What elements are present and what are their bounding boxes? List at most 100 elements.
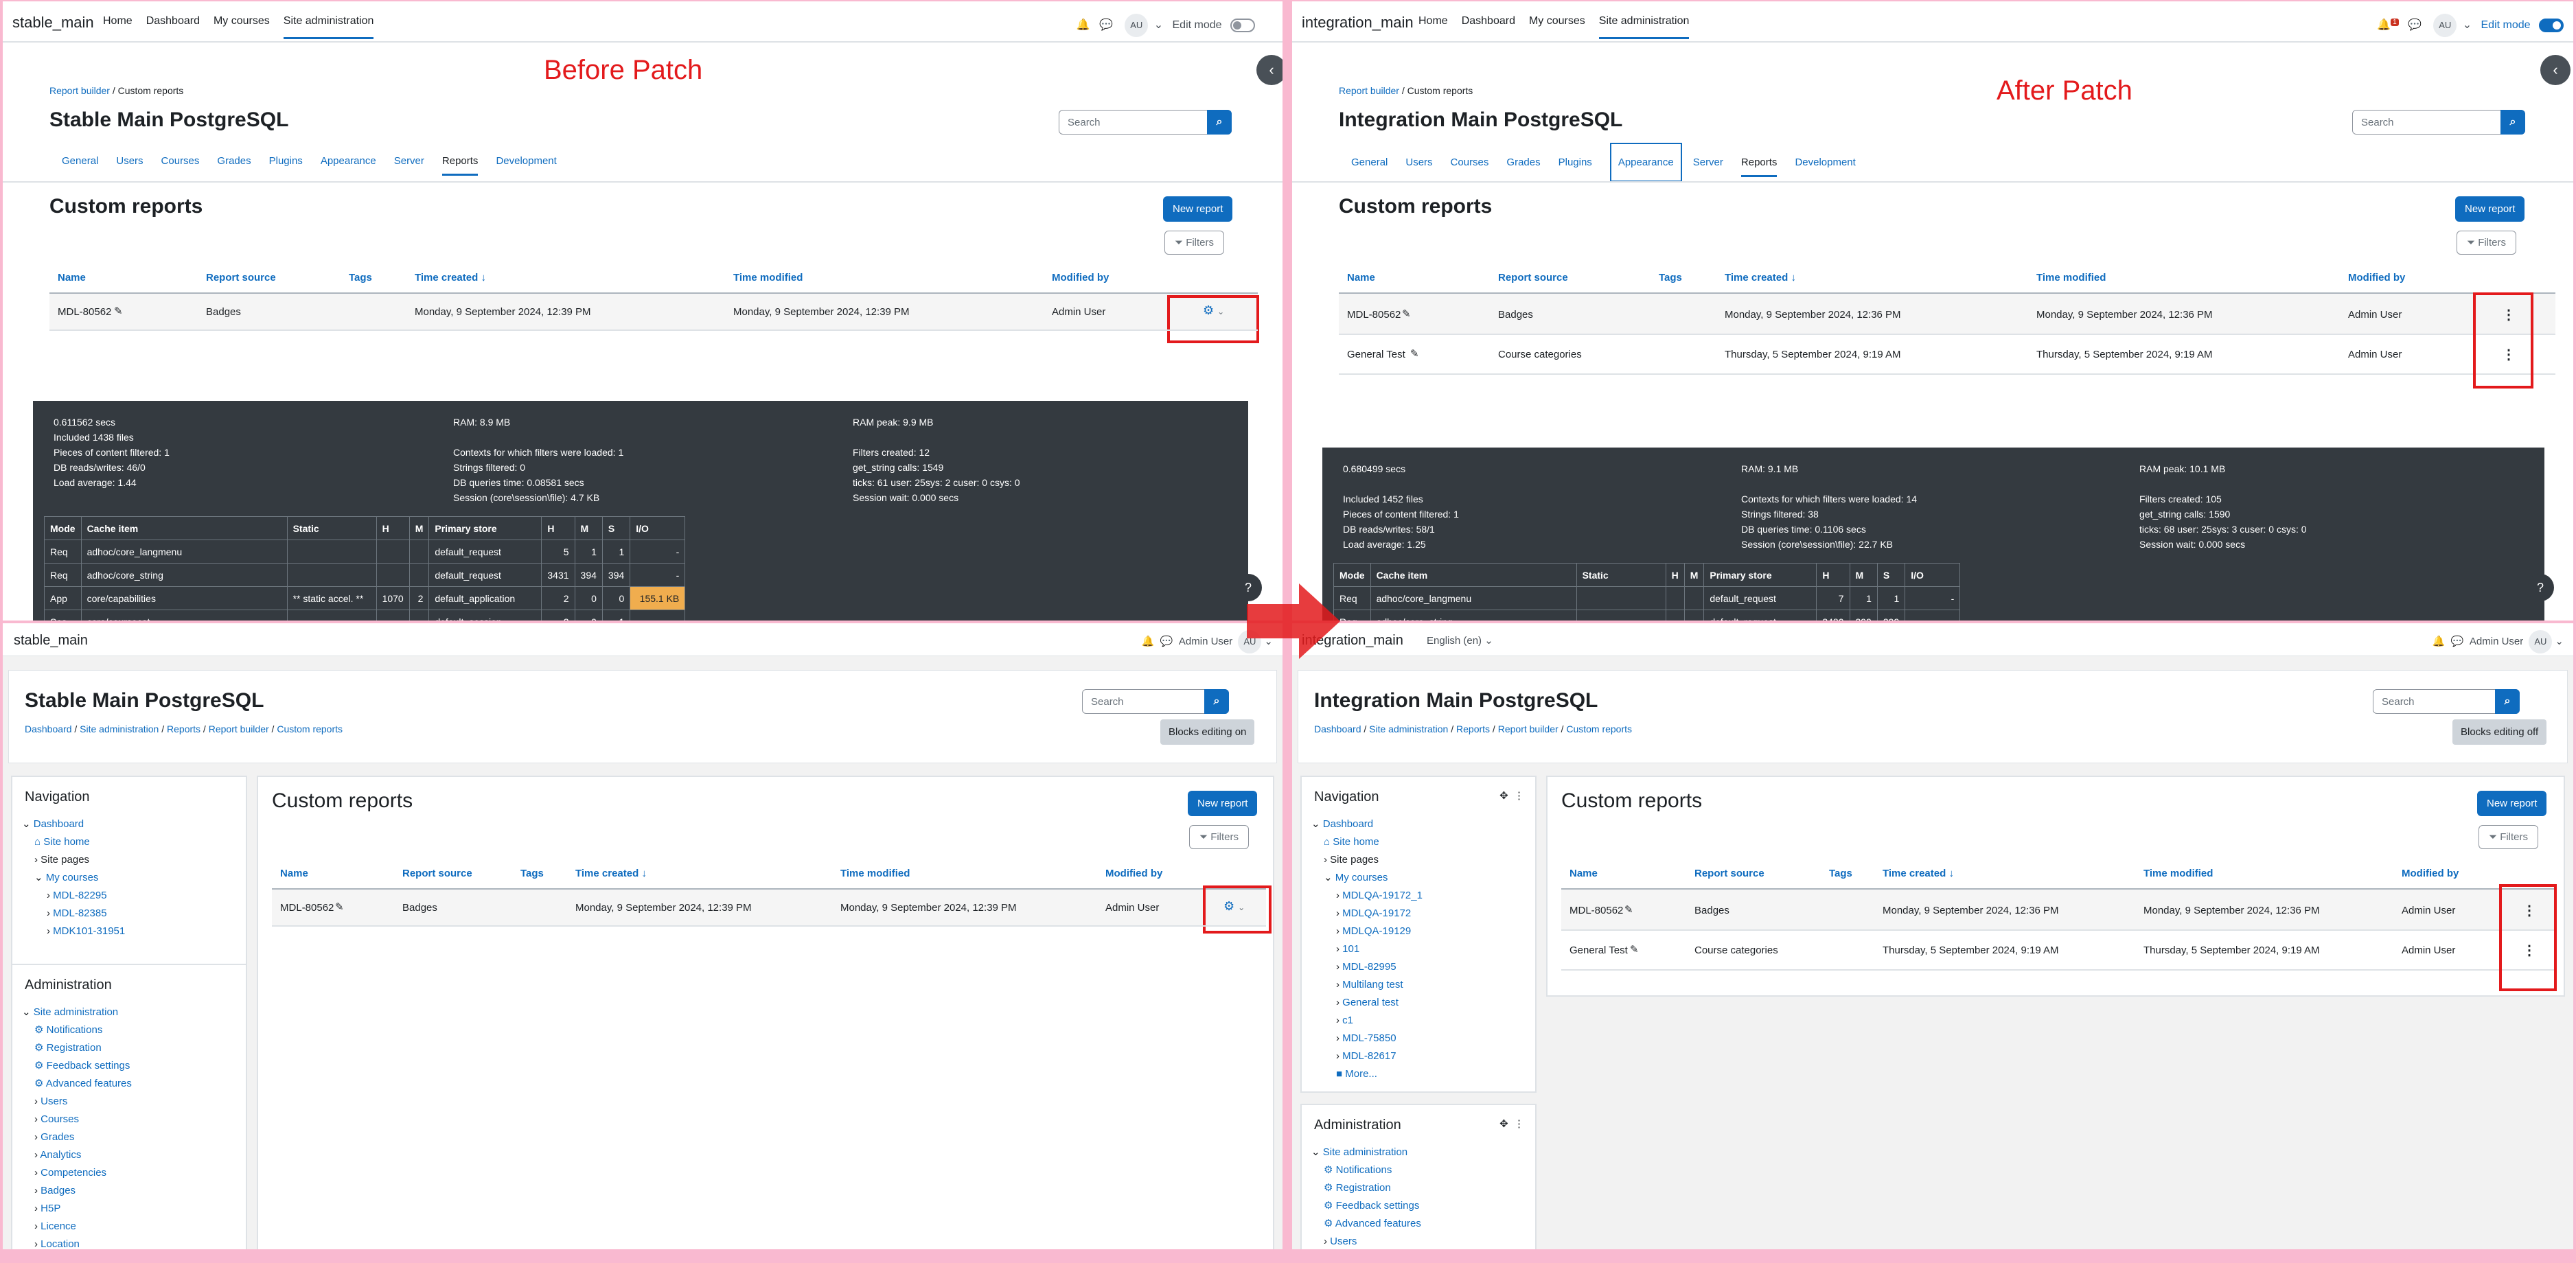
- col-time-created[interactable]: Time created ↓: [575, 868, 647, 879]
- col-tags[interactable]: Tags: [1659, 272, 1682, 283]
- breadcrumb-site-administration[interactable]: Site administration: [1369, 723, 1448, 734]
- nav-item[interactable]: My courses: [46, 872, 99, 883]
- tab-grades[interactable]: Grades: [217, 150, 251, 174]
- nav-item[interactable]: MDLQA-19172_1: [1342, 890, 1423, 901]
- tab-plugins[interactable]: Plugins: [1559, 151, 1592, 175]
- search-input[interactable]: Search ⌕: [2352, 110, 2525, 135]
- tab-general[interactable]: General: [1351, 151, 1388, 175]
- help-icon[interactable]: ?: [2527, 574, 2554, 601]
- admin-item[interactable]: Registration: [1336, 1182, 1391, 1194]
- nav-item[interactable]: MDL-75850: [1342, 1032, 1396, 1044]
- tab-grades[interactable]: Grades: [1506, 151, 1540, 175]
- admin-item[interactable]: Notifications: [47, 1024, 103, 1036]
- report-name-link[interactable]: General Test: [1347, 349, 1405, 360]
- filters-button[interactable]: ⏷ Filters: [1164, 231, 1225, 255]
- col-modified-by[interactable]: Modified by: [2348, 272, 2405, 283]
- col-tags[interactable]: Tags: [520, 868, 544, 879]
- col-tags[interactable]: Tags: [349, 272, 372, 283]
- breadcrumb-site-administration[interactable]: Site administration: [80, 723, 159, 734]
- col-time-modified[interactable]: Time modified: [2143, 868, 2213, 879]
- kebab-menu-icon[interactable]: ⋮: [1514, 1118, 1524, 1130]
- admin-item[interactable]: Notifications: [1336, 1164, 1392, 1176]
- admin-item[interactable]: H5P: [41, 1203, 60, 1214]
- nav-item[interactable]: Site home: [43, 836, 90, 848]
- admin-item[interactable]: Grades: [41, 1131, 74, 1143]
- admin-item[interactable]: Courses: [41, 1113, 79, 1125]
- user-name[interactable]: Admin User: [2470, 636, 2523, 647]
- nav-item[interactable]: MDLQA-19129: [1342, 925, 1411, 937]
- tab-development[interactable]: Development: [496, 150, 556, 174]
- messages-icon[interactable]: 💬: [2408, 19, 2422, 31]
- col-tags[interactable]: Tags: [1829, 868, 1852, 879]
- admin-item[interactable]: Location: [41, 1238, 80, 1249]
- col-name[interactable]: Name: [58, 272, 86, 283]
- pencil-icon[interactable]: ✎: [1624, 903, 1633, 916]
- edit-mode-toggle[interactable]: [2539, 18, 2564, 32]
- menu-dashboard[interactable]: Dashboard: [146, 15, 200, 37]
- admin-item[interactable]: Registration: [47, 1042, 102, 1054]
- col-time-modified[interactable]: Time modified: [2036, 272, 2106, 283]
- breadcrumb-dashboard[interactable]: Dashboard: [25, 723, 72, 734]
- nav-item[interactable]: c1: [1342, 1015, 1353, 1026]
- site-name[interactable]: stable_main: [12, 14, 94, 32]
- breadcrumb-reports[interactable]: Reports: [167, 723, 200, 734]
- avatar[interactable]: AU: [1125, 14, 1149, 37]
- breadcrumb-dashboard[interactable]: Dashboard: [1314, 723, 1361, 734]
- admin-item[interactable]: Competencies: [41, 1167, 106, 1179]
- bell-icon[interactable]: 🔔 1: [2377, 18, 2399, 31]
- bell-icon[interactable]: 🔔: [1142, 636, 1155, 647]
- nav-item[interactable]: More...: [1345, 1068, 1377, 1080]
- admin-item[interactable]: Advanced features: [46, 1078, 132, 1089]
- messages-icon[interactable]: 💬: [2451, 636, 2464, 647]
- kebab-menu-icon[interactable]: ⋮: [1514, 790, 1524, 802]
- breadcrumb-report-builder[interactable]: Report builder: [1339, 85, 1399, 96]
- new-report-button[interactable]: New report: [2455, 196, 2525, 222]
- language-menu[interactable]: English (en) ⌄: [1427, 634, 1493, 647]
- move-icon[interactable]: ✥: [1499, 790, 1508, 802]
- col-modified-by[interactable]: Modified by: [1105, 868, 1162, 879]
- admin-item[interactable]: Analytics: [40, 1149, 81, 1161]
- pencil-icon[interactable]: ✎: [335, 901, 344, 913]
- nav-item[interactable]: MDLQA-19172: [1342, 907, 1411, 919]
- tab-courses[interactable]: Courses: [161, 150, 200, 174]
- edit-mode-toggle[interactable]: [1230, 18, 1255, 32]
- report-name-link[interactable]: General Test: [1569, 945, 1628, 956]
- tab-appearance[interactable]: Appearance: [321, 150, 376, 174]
- menu-my-courses[interactable]: My courses: [1529, 15, 1585, 37]
- pencil-icon[interactable]: ✎: [1402, 308, 1411, 320]
- col-name[interactable]: Name: [1569, 868, 1598, 879]
- search-icon[interactable]: ⌕: [1207, 110, 1232, 135]
- user-name[interactable]: Admin User: [1179, 636, 1232, 647]
- report-name-link[interactable]: MDL-80562: [1347, 309, 1401, 321]
- admin-item[interactable]: Site administration: [34, 1006, 118, 1018]
- new-report-button[interactable]: New report: [2477, 791, 2547, 816]
- nav-item[interactable]: My courses: [1335, 872, 1388, 883]
- col-report-source[interactable]: Report source: [1498, 272, 1568, 283]
- chevron-down-icon[interactable]: ⌄: [1154, 19, 1163, 31]
- breadcrumb-reports[interactable]: Reports: [1456, 723, 1490, 734]
- col-name[interactable]: Name: [280, 868, 308, 879]
- breadcrumb-report-builder[interactable]: Report builder: [1498, 723, 1559, 734]
- col-time-modified[interactable]: Time modified: [840, 868, 910, 879]
- menu-site-administration[interactable]: Site administration: [283, 15, 374, 39]
- admin-item[interactable]: Users: [1330, 1236, 1357, 1247]
- bell-icon[interactable]: 🔔: [1077, 19, 1090, 31]
- admin-item[interactable]: Site administration: [1323, 1146, 1407, 1158]
- chevron-down-icon[interactable]: ⌄: [2463, 19, 2472, 31]
- nav-item[interactable]: Site home: [1333, 836, 1379, 848]
- nav-item[interactable]: Dashboard: [34, 818, 84, 830]
- col-name[interactable]: Name: [1347, 272, 1375, 283]
- tab-users[interactable]: Users: [1405, 151, 1432, 175]
- filters-button[interactable]: ⏷ Filters: [2479, 825, 2539, 849]
- admin-item[interactable]: Badges: [41, 1185, 76, 1196]
- drawer-toggle-icon[interactable]: ‹: [1256, 55, 1283, 85]
- bell-icon[interactable]: 🔔: [2433, 636, 2446, 647]
- breadcrumb-custom-reports[interactable]: Custom reports: [277, 723, 343, 734]
- messages-icon[interactable]: 💬: [1160, 636, 1173, 647]
- tab-development[interactable]: Development: [1795, 151, 1855, 175]
- messages-icon[interactable]: 💬: [1099, 19, 1113, 31]
- report-name-link[interactable]: MDL-80562: [58, 306, 111, 318]
- tab-general[interactable]: General: [62, 150, 98, 174]
- move-icon[interactable]: ✥: [1499, 1118, 1508, 1130]
- report-name-link[interactable]: MDL-80562: [280, 902, 334, 914]
